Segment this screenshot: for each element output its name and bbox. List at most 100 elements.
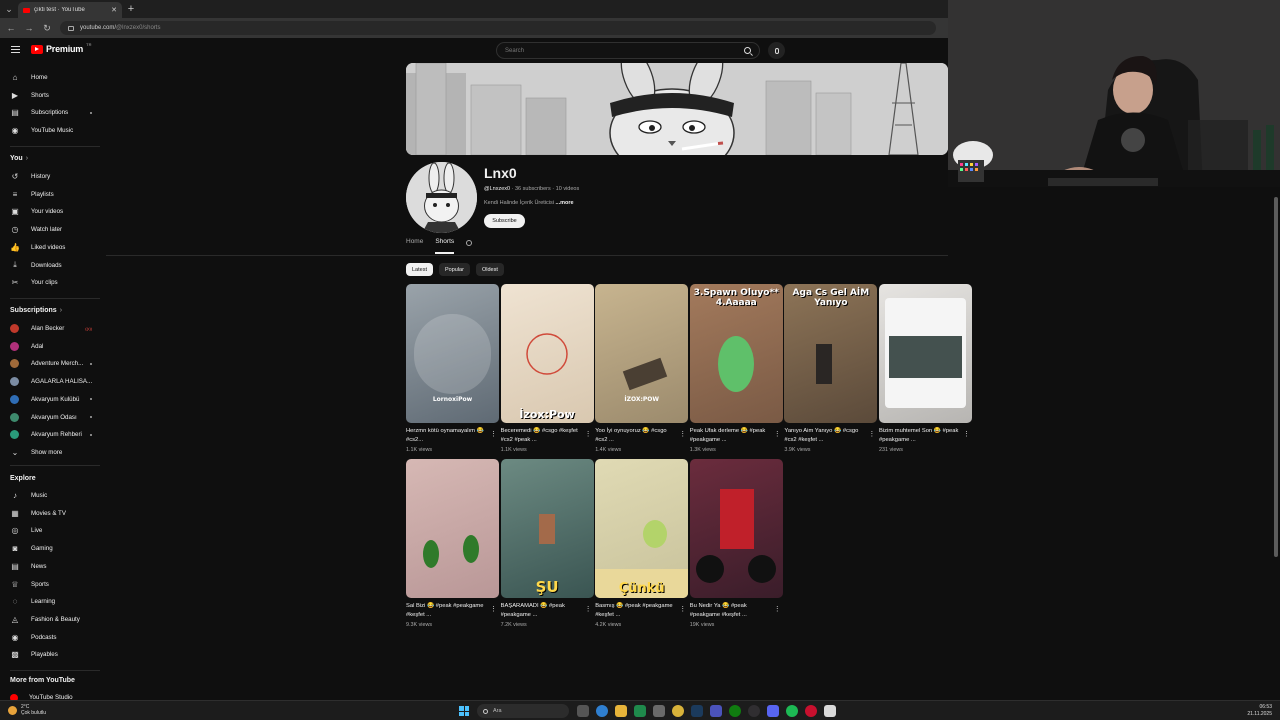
back-icon[interactable]: ← [6, 23, 16, 33]
discord-icon[interactable] [767, 705, 779, 717]
short-card[interactable]: Sal Bizi 😂 #peak #peakgame #keşfet ... 9.… [406, 459, 499, 635]
subscription-item[interactable]: AGALARLA HALISA... [0, 373, 100, 390]
obs-icon[interactable] [748, 705, 760, 717]
sidebar-item-playables[interactable]: ▩ Playables [0, 646, 100, 663]
new-tab-icon[interactable]: + [122, 3, 140, 15]
short-card[interactable]: İZOX:POW Yoo İyi oynuyoruz 😂 #csgo #cs2 .… [595, 284, 689, 460]
more-options-icon[interactable]: ⋮ [679, 605, 686, 613]
sidebar-item-home[interactable]: ⌂ Home [0, 69, 100, 86]
short-title[interactable]: Yoo İyi oynuyoruz 😂 #csgo #cs2 ... [595, 427, 675, 445]
subscription-item[interactable]: Akvaryum Kulübü [0, 391, 100, 408]
edge-icon[interactable] [596, 705, 608, 717]
spotify-icon[interactable] [786, 705, 798, 717]
short-thumbnail[interactable] [406, 459, 499, 598]
search-input[interactable]: Search [496, 42, 760, 59]
chip-latest[interactable]: Latest [406, 263, 433, 276]
taskbar-clock[interactable]: 06:53 21.11.2025 [1247, 704, 1272, 718]
short-card[interactable]: İzox:Pow Beceremedi 😂 #csgo #keşfet #cs2 … [500, 284, 594, 460]
more-options-icon[interactable]: ⋮ [868, 430, 875, 438]
more-options-icon[interactable]: ⋮ [774, 430, 781, 438]
sidebar-item-youtube-music[interactable]: ◉ YouTube Music [0, 122, 100, 139]
more-options-icon[interactable]: ⋮ [679, 430, 686, 438]
sidebar-item-history[interactable]: ↺ History [0, 168, 100, 185]
chip-oldest[interactable]: Oldest [475, 263, 504, 276]
search-button[interactable] [737, 43, 757, 58]
more-options-icon[interactable]: ⋮ [490, 430, 497, 438]
short-thumbnail[interactable]: 3.Spawn Oluyo** 4.Aaaaa [689, 284, 783, 423]
sidebar-item-podcasts[interactable]: ◉ Podcasts [0, 629, 100, 646]
sidebar-item-your-clips[interactable]: ✂ Your clips [0, 274, 100, 291]
short-card[interactable]: Çünkü Basmış 😂 #peak #peakgame #keşfet ..… [595, 459, 689, 635]
short-title[interactable]: Bu Nedir Ya 😂 #peak #peakgame #keşfet ..… [690, 602, 770, 620]
channel-description[interactable]: Kendi Halinde İçerik Üreticisi ...more [484, 200, 574, 206]
short-thumbnail[interactable]: Çünkü [595, 459, 689, 598]
subscription-item[interactable]: Akvaryum Rehberi [0, 426, 100, 443]
sidebar-item-watch-later[interactable]: ◷ Watch later [0, 221, 100, 238]
calculator-icon[interactable] [653, 705, 665, 717]
address-bar[interactable]: youtube.com/@lnxzex0/shorts [60, 21, 936, 35]
short-thumbnail[interactable] [879, 284, 972, 423]
voice-search-button[interactable] [768, 42, 785, 59]
channel-search-icon[interactable] [466, 240, 475, 249]
short-thumbnail[interactable]: İzox:Pow [500, 284, 594, 423]
short-card[interactable]: ŞU BAŞARAMADI 😂 #peak #peakgame ... 7.2K v… [500, 459, 594, 635]
short-card[interactable]: Bizim muhtemel Son 😂 #peak #peakgame ...… [879, 284, 972, 460]
more-options-icon[interactable]: ⋮ [585, 430, 592, 438]
more-options-icon[interactable]: ⋮ [774, 605, 781, 613]
subscription-item[interactable]: Alan Becker ((•)) [0, 320, 100, 337]
short-title[interactable]: Beceremedi 😂 #csgo #keşfet #cs2 #peak ..… [501, 427, 581, 445]
steam-icon[interactable] [691, 705, 703, 717]
browser-tab[interactable]: çıkti test · YouTube ✕ [18, 2, 122, 18]
file-explorer-icon[interactable] [615, 705, 627, 717]
short-card[interactable]: 3.Spawn Oluyo** 4.Aaaaa Peak Ufak derleme… [689, 284, 783, 460]
hamburger-menu-icon[interactable] [11, 46, 20, 53]
sidebar-explore-heading[interactable]: Explore [10, 475, 36, 482]
sidebar-item-subscriptions[interactable]: ▤ Subscriptions [0, 104, 100, 121]
more-options-icon[interactable]: ⋮ [490, 605, 497, 613]
short-title[interactable]: Sal Bizi 😂 #peak #peakgame #keşfet ... [406, 602, 486, 620]
short-card[interactable]: LornoxiPow Herzmn kötü oynamayalım 😂 #cs2… [406, 284, 499, 460]
weather-widget[interactable]: 2°C Çok bulutlu [8, 704, 46, 716]
short-title[interactable]: BAŞARAMADI 😂 #peak #peakgame ... [501, 602, 581, 620]
sidebar-item-music[interactable]: ♪ Music [0, 487, 100, 504]
sidebar-item-downloads[interactable]: ⤓ Downloads [0, 257, 100, 274]
more-options-icon[interactable]: ⋮ [585, 605, 592, 613]
subscribe-button[interactable]: Subscribe [484, 214, 525, 228]
tab-home[interactable]: Home [406, 238, 423, 254]
subscription-item[interactable]: Adventure Merch... [0, 355, 100, 372]
sidebar-item-sports[interactable]: ♕ Sports [0, 576, 100, 593]
taskbar-search[interactable]: Ara [477, 704, 569, 718]
channel-avatar[interactable] [406, 162, 477, 233]
sidebar-item-fashion-beauty[interactable]: ◬ Fashion & Beauty [0, 611, 100, 628]
short-card[interactable]: Aga Cs Gel AİM Yanıyo Yanıyo Aim Yanıyo 😂… [784, 284, 878, 460]
sidebar-show-more[interactable]: ⌄ Show more [0, 444, 100, 461]
chip-popular[interactable]: Popular [438, 263, 470, 276]
sidebar-item-liked-videos[interactable]: 👍 Liked videos [0, 239, 100, 256]
browser-active-icon[interactable] [824, 705, 836, 717]
sidebar-item-gaming[interactable]: ◙ Gaming [0, 540, 100, 557]
short-title[interactable]: Yanıyo Aim Yanıyo 😂 #csgo #cs2 #keşfet .… [784, 427, 864, 445]
sidebar-more-heading[interactable]: More from YouTube [10, 677, 75, 684]
short-thumbnail[interactable]: ŞU [500, 459, 594, 598]
short-title[interactable]: Bizim muhtemel Son 😂 #peak #peakgame ... [879, 427, 959, 445]
more-link[interactable]: ...more [556, 200, 574, 206]
reload-icon[interactable]: ↻ [42, 23, 52, 34]
chrome-icon[interactable] [672, 705, 684, 717]
start-button-icon[interactable] [459, 706, 469, 716]
short-thumbnail[interactable]: LornoxiPow [406, 284, 499, 423]
tab-shorts[interactable]: Shorts [435, 238, 455, 254]
short-thumbnail[interactable] [689, 459, 783, 598]
forward-icon[interactable]: → [24, 23, 34, 33]
scrollbar-thumb[interactable] [1274, 197, 1278, 557]
more-options-icon[interactable]: ⋮ [963, 430, 970, 438]
short-title[interactable]: Peak Ufak derleme 😂 #peak #peakgame ... [690, 427, 770, 445]
sidebar-item-learning[interactable]: ◌ Learning [0, 593, 100, 610]
subscription-item[interactable]: Akvaryum Odası [0, 409, 100, 426]
short-thumbnail[interactable]: Aga Cs Gel AİM Yanıyo [784, 284, 878, 423]
site-info-icon[interactable] [68, 25, 74, 31]
tab-list-chevron-icon[interactable]: ⌄ [0, 0, 18, 18]
short-card[interactable]: Bu Nedir Ya 😂 #peak #peakgame #keşfet ..… [689, 459, 783, 635]
subscription-item[interactable]: Adal [0, 338, 100, 355]
sidebar-item-live[interactable]: ◎ Live [0, 522, 100, 539]
excel-icon[interactable] [634, 705, 646, 717]
